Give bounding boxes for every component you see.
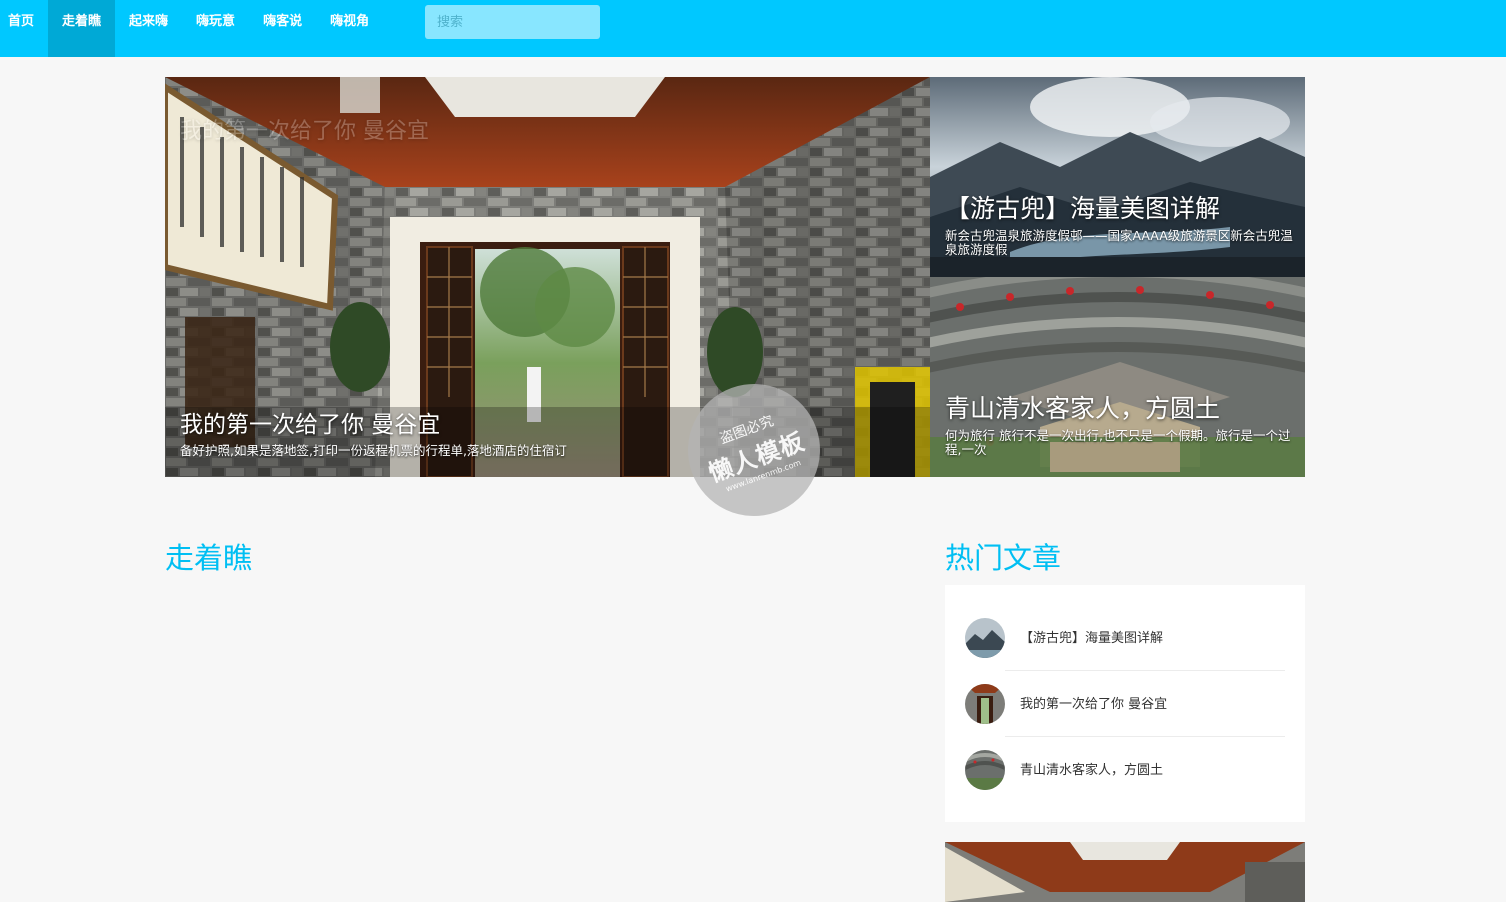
hot-articles-list: 【游古兜】海量美图详解 我的第一次给了你 曼谷宜 青山清水客家人，方圆土 [945, 585, 1305, 822]
hero-side-title-guodou[interactable]: 【游古兜】海量美图详解 [945, 189, 1220, 225]
nav-item-haiwanyi[interactable]: 嗨玩意 [182, 0, 249, 57]
hot-article-title[interactable]: 青山清水客家人，方圆土 [1020, 759, 1163, 778]
nav-item-zouzheqiao[interactable]: 走着瞧 [48, 0, 116, 57]
hall-thumb-icon [965, 684, 1005, 724]
main-nav: 首页 走着瞧 起来嗨 嗨玩意 嗨客说 嗨视角 [0, 0, 383, 57]
hero-side-desc-tulou: 何为旅行 旅行不是一次出行,也不只是一个假期。旅行是一个过程,一次 [945, 428, 1291, 457]
hero-side-desc-guodou: 新会古兜温泉旅游度假邨——国家AAAA级旅游景区新会古兜温泉旅游度假 [945, 228, 1293, 257]
hero-main-title[interactable]: 我的第一次给了你 曼谷宜 [180, 405, 440, 439]
top-navbar: 首页 走着瞧 起来嗨 嗨玩意 嗨客说 嗨视角 [0, 0, 1506, 57]
tulou-thumb-icon [965, 750, 1005, 790]
nav-item-home[interactable]: 首页 [0, 0, 48, 57]
mountain-thumb-icon [965, 618, 1005, 658]
search-input[interactable] [425, 5, 600, 39]
nav-item-qilaihai[interactable]: 起来嗨 [115, 0, 182, 57]
hall-interior-thumb-image [945, 842, 1305, 902]
hot-article-item[interactable]: 青山清水客家人，方圆土 [965, 737, 1285, 803]
nav-item-haishijiao[interactable]: 嗨视角 [316, 0, 383, 57]
hot-article-title[interactable]: 我的第一次给了你 曼谷宜 [1020, 693, 1167, 712]
sidebar-feature-image[interactable] [945, 842, 1305, 902]
hot-article-item[interactable]: 【游古兜】海量美图详解 [965, 605, 1285, 671]
hero-side-title-tulou[interactable]: 青山清水客家人，方圆土 [945, 389, 1220, 425]
hero-side-card-guodou[interactable]: 【游古兜】海量美图详解 新会古兜温泉旅游度假邨——国家AAAA级旅游景区新会古兜… [930, 77, 1305, 277]
section-title-zouzheqiao: 走着瞧 [165, 541, 253, 575]
nav-item-haikeshuo[interactable]: 嗨客说 [249, 0, 316, 57]
hero-side-card-tulou[interactable]: 青山清水客家人，方圆土 何为旅行 旅行不是一次出行,也不只是一个假期。旅行是一个… [930, 277, 1305, 477]
hero-main-slide[interactable]: 我的第一次给了你 曼谷宜 我的第一次给了你 曼谷宜 备好护照,如果是落地签,打印… [165, 77, 930, 477]
hot-article-title[interactable]: 【游古兜】海量美图详解 [1020, 627, 1163, 646]
hero-main-faded-title: 我的第一次给了你 曼谷宜 [180, 119, 429, 144]
hot-article-item[interactable]: 我的第一次给了你 曼谷宜 [965, 671, 1285, 737]
section-title-hot-articles: 热门文章 [945, 541, 1062, 575]
